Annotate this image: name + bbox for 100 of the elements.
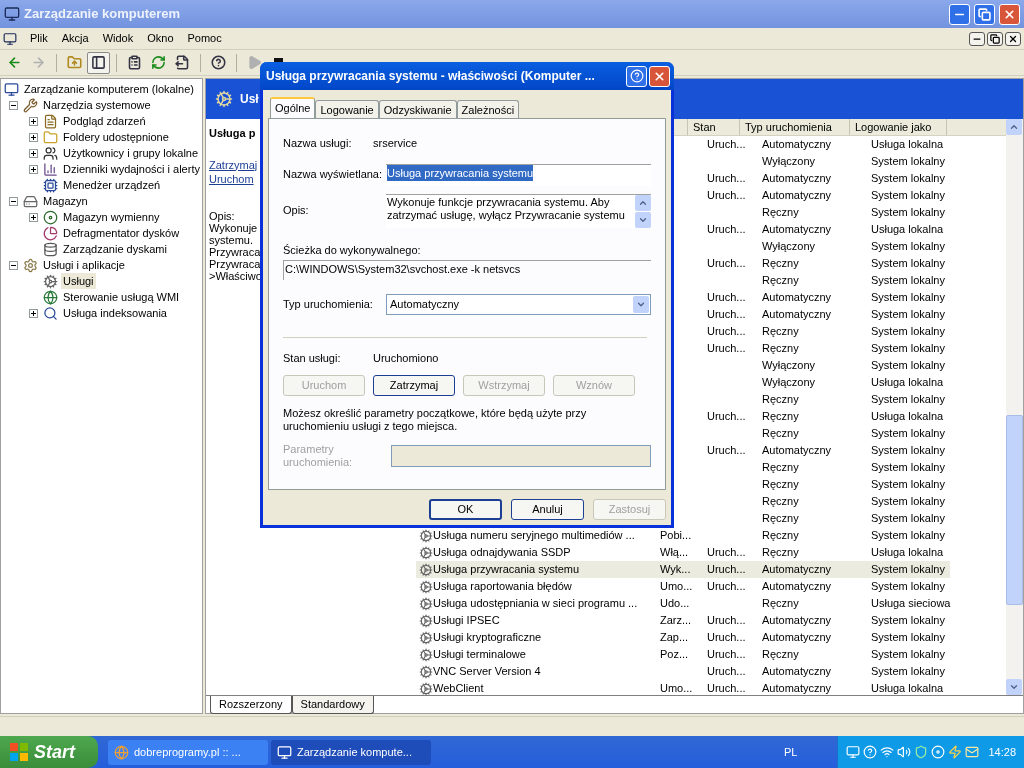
users-icon (43, 145, 58, 161)
tree-item[interactable]: Usługi i aplikacje (41, 256, 127, 274)
expand-box[interactable] (29, 308, 38, 318)
expand-box[interactable] (29, 116, 38, 126)
display-name-field[interactable]: Usługa przywracania systemu (387, 164, 534, 181)
table-cell[interactable]: Usługi terminalowe (433, 648, 526, 661)
dialog-button[interactable]: Anuluj (511, 499, 584, 520)
table-cell[interactable]: Usługa udostępniania w sieci programu ... (433, 597, 638, 610)
table-cell: System lokalny (871, 206, 945, 219)
start-button[interactable]: Start (0, 736, 98, 768)
tree-item[interactable]: Usługa indeksowania (61, 304, 169, 322)
menu-item[interactable]: Akcja (54, 30, 96, 47)
expand-box[interactable] (29, 132, 38, 142)
scroll-up-button[interactable] (1006, 119, 1022, 135)
tree-item[interactable]: Magazyn wymienny (61, 208, 162, 226)
scroll-down-button[interactable] (1006, 679, 1022, 695)
tree-item[interactable]: Dzienniki wydajności i alerty (61, 160, 202, 178)
parameters-field[interactable] (391, 444, 651, 467)
table-cell[interactable]: Usługa odnajdywania SSDP (433, 546, 571, 559)
view-tab[interactable]: Rozszerzony (210, 696, 292, 714)
expand-box[interactable] (29, 148, 38, 158)
startup-type-select[interactable]: Automatyczny (386, 294, 651, 315)
forward-arrow-icon (31, 55, 46, 70)
collapse-box[interactable] (9, 100, 18, 110)
expand-box[interactable] (29, 164, 38, 174)
tree-item[interactable]: Usługi (61, 272, 96, 290)
close-button[interactable] (1005, 31, 1021, 46)
field-label: Nazwa usługi: (283, 136, 353, 151)
table-cell[interactable]: Usługa numeru seryjnego multimediów ... (433, 529, 635, 542)
table-cell: Usługa lokalna (871, 682, 944, 695)
menu-item[interactable]: Plik (23, 30, 55, 47)
close-icon (653, 69, 666, 83)
dialog-tab[interactable]: Zależności (456, 100, 520, 118)
taskbar-task[interactable]: dobreprogramy.pl :: ... (108, 739, 268, 765)
table-cell: System lokalny (871, 393, 945, 406)
table-cell: Automatyczny (762, 223, 832, 236)
action-link[interactable]: Uruchom (209, 171, 254, 186)
table-cell: System lokalny (871, 257, 945, 270)
table-cell[interactable]: Usługa raportowania błędów (433, 580, 572, 593)
table-cell: Umo... (660, 580, 693, 593)
table-cell[interactable]: Usługi kryptograficzne (433, 631, 542, 644)
tree-item[interactable]: Foldery udostępnione (61, 128, 171, 146)
dialog-tab[interactable]: Odzyskiwanie (378, 100, 457, 118)
table-cell: Uruch... (707, 665, 746, 678)
column-header[interactable]: Stan (687, 119, 739, 135)
tree-item[interactable]: Defragmentator dysków (61, 224, 182, 242)
table-cell[interactable]: WebClient (433, 682, 484, 695)
table-cell: Automatyczny (762, 665, 832, 678)
table-cell: Usługa lokalna (871, 376, 944, 389)
dialog-button[interactable]: OK (429, 499, 502, 520)
gear-icon (419, 681, 433, 695)
table-cell: Ręczny (762, 495, 799, 508)
menu-item[interactable]: Pomoc (180, 30, 229, 47)
view-tab[interactable]: Standardowy (291, 696, 374, 714)
properties-icon (127, 55, 142, 70)
scroll-up-button[interactable] (635, 194, 651, 211)
table-cell: System lokalny (871, 240, 945, 253)
scroll-down-button[interactable] (635, 211, 651, 228)
collapse-box[interactable] (9, 260, 18, 270)
description-field[interactable]: Wykonuje funkcje przywracania systemu. Aby zatrzymać usługę, wyłącz Przywracanie systemu (386, 193, 651, 228)
vertical-scrollbar[interactable] (1006, 119, 1023, 695)
column-header[interactable]: Logowanie jako (849, 119, 946, 135)
tree-item[interactable]: Sterowanie usługą WMI (61, 288, 182, 306)
tree-item[interactable]: Narzędzia systemowe (41, 96, 153, 114)
minimize-button[interactable] (969, 31, 985, 46)
table-cell[interactable]: Usługa przywracania systemu (433, 563, 580, 576)
field-label: Parametry uruchomienia: (283, 442, 354, 469)
table-cell[interactable]: Usługi IPSEC (433, 614, 500, 627)
monitor-icon[interactable] (846, 745, 861, 759)
table-cell: Uruch... (707, 648, 746, 661)
dialog-tab[interactable]: Ogólne (270, 97, 316, 118)
table-cell: Pobi... (660, 529, 692, 542)
menu-item[interactable]: Widok (95, 30, 141, 47)
table-cell[interactable]: VNC Server Version 4 (433, 665, 541, 678)
menu-item[interactable]: Okno (140, 30, 181, 47)
dialog-button[interactable]: Zatrzymaj (373, 374, 455, 396)
restore-button[interactable] (987, 31, 1003, 46)
action-link[interactable]: Zatrzymaj (209, 157, 258, 172)
collapse-box[interactable] (9, 196, 18, 206)
tree-item[interactable]: Menedżer urządzeń (61, 176, 163, 194)
envelope-icon[interactable] (965, 745, 980, 759)
help-icon[interactable] (863, 745, 878, 759)
column-header[interactable]: Typ uruchomienia (739, 119, 849, 135)
speaker-icon[interactable] (897, 745, 912, 759)
table-cell: Uruch... (707, 563, 746, 576)
taskbar-task[interactable]: Zarządzanie kompute... (271, 739, 431, 765)
tree-item[interactable]: Podgląd zdarzeń (61, 112, 148, 130)
language-indicator[interactable]: PL (784, 743, 798, 761)
table-cell: System lokalny (871, 325, 945, 338)
disc-icon[interactable] (931, 745, 946, 759)
toolbar-button[interactable] (87, 51, 110, 74)
expand-box[interactable] (29, 212, 38, 222)
tree-item[interactable]: Użytkownicy i grupy lokalne (61, 144, 201, 162)
table-cell: System lokalny (871, 563, 945, 576)
help-button[interactable] (626, 65, 647, 87)
dialog-tab[interactable]: Logowanie (315, 100, 379, 118)
tree-item[interactable]: Zarządzanie komputerem (lokalne) (22, 80, 196, 98)
tree-item[interactable]: Zarządzanie dyskami (61, 240, 169, 258)
network-icon[interactable] (880, 745, 895, 759)
tree-item[interactable]: Magazyn (41, 192, 90, 210)
